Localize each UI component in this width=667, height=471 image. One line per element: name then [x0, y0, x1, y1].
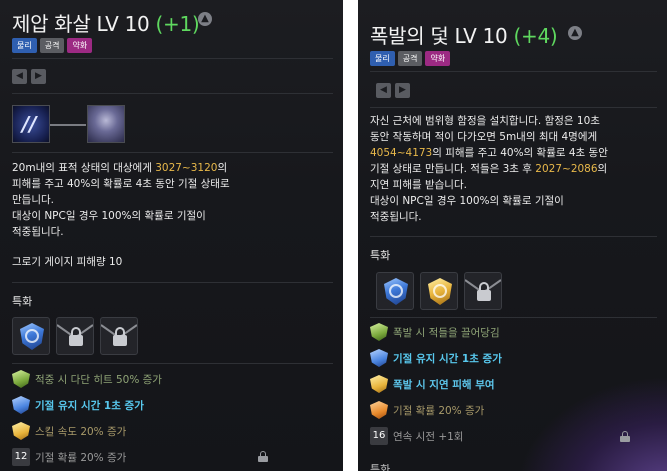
- skill-description: 자신 근처에 범위형 함정을 설치합니다. 함정은 10초 동안 작동하며 적이…: [370, 115, 608, 223]
- divider: [12, 282, 333, 283]
- triangle-right-icon[interactable]: ▶: [395, 83, 410, 98]
- divider: [370, 236, 657, 237]
- trait-row[interactable]: 스킬 속도 20% 증가: [12, 422, 126, 440]
- skill-level: LV 10: [96, 12, 150, 36]
- section-label-specialization: 특화: [12, 295, 33, 308]
- trait-row[interactable]: 16 연속 시전 +1회: [370, 427, 463, 445]
- divider: [12, 363, 333, 364]
- groggy-damage: 그로기 게이지 피해량 10: [12, 256, 123, 268]
- skill-title: 제압 화살 LV 10 (+1): [12, 8, 200, 37]
- divider: [12, 152, 333, 153]
- level-requirement-badge: 12: [12, 448, 30, 466]
- skill-tooltip-left: 제압 화살 LV 10 (+1) ▲ 물리 공격 약화 ◀ ▶ // 20m내의…: [0, 0, 343, 471]
- tripod-slot-1[interactable]: [376, 272, 414, 310]
- tag-weaken: 약화: [425, 51, 451, 66]
- triangle-right-icon[interactable]: ▶: [31, 69, 46, 84]
- rune-icon: [87, 105, 125, 143]
- section-label-partial: 특화: [370, 463, 391, 471]
- tripod-slot-3-locked[interactable]: [464, 272, 502, 310]
- tag-physical: 물리: [370, 51, 395, 66]
- tripod-slot-3-locked[interactable]: [100, 317, 138, 355]
- skill-title: 폭발의 덫 LV 10 (+4): [370, 20, 558, 49]
- up-arrow-circle-icon[interactable]: ▲: [568, 26, 582, 40]
- skill-level: LV 10: [454, 24, 508, 48]
- divider: [370, 71, 657, 72]
- tier3-gem-icon: [370, 375, 388, 393]
- tier2-gem-icon: [370, 349, 388, 367]
- tier2-gem-icon: [12, 396, 30, 414]
- skill-level-bonus: (+4): [513, 24, 558, 48]
- tripod-slot-2-locked[interactable]: [56, 317, 94, 355]
- tier3-gem-icon: [12, 422, 30, 440]
- trait-row[interactable]: 기절 확률 20% 증가: [370, 401, 484, 419]
- skill-name: 제압 화살: [12, 12, 91, 36]
- tag-attack: 공격: [39, 38, 65, 53]
- tripod-nav: ◀ ▶: [12, 69, 46, 84]
- triangle-left-icon[interactable]: ◀: [12, 69, 27, 84]
- lock-icon: [258, 451, 268, 462]
- divider: [370, 107, 657, 108]
- skill-tags: 물리 공격 약화: [370, 51, 451, 66]
- level-requirement-badge: 16: [370, 427, 388, 445]
- divider: [12, 93, 333, 94]
- trait-row[interactable]: 기절 유지 시간 1초 증가: [370, 349, 502, 367]
- tag-physical: 물리: [12, 38, 37, 53]
- section-label-specialization: 특화: [370, 249, 391, 262]
- skill-tooltip-right: 폭발의 덫 LV 10 (+4) ▲ 물리 공격 약화 ◀ ▶ 자신 근처에 범…: [358, 0, 667, 471]
- trait-row[interactable]: 12 기절 확률 20% 증가: [12, 448, 126, 466]
- lock-icon: [620, 431, 630, 442]
- skill-description: 20m내의 표적 상태의 대상에게 3027~3120의 피해를 주고 40%의…: [12, 162, 230, 238]
- skill-name: 폭발의 덫: [370, 24, 449, 48]
- trait-row[interactable]: 폭발 시 적들을 끌어당김: [370, 323, 500, 341]
- up-arrow-circle-icon[interactable]: ▲: [198, 12, 212, 26]
- tier4-gem-icon: [370, 401, 388, 419]
- tier1-gem-icon: [370, 323, 388, 341]
- connector-line: [50, 124, 86, 126]
- skill-icon-suppress: //: [12, 105, 50, 143]
- trait-row[interactable]: 기절 유지 시간 1초 증가: [12, 396, 144, 414]
- tag-attack: 공격: [397, 51, 423, 66]
- tier1-gem-icon: [12, 370, 30, 388]
- divider: [12, 58, 333, 59]
- triangle-left-icon[interactable]: ◀: [376, 83, 391, 98]
- skill-tags: 물리 공격 약화: [12, 38, 93, 53]
- tag-weaken: 약화: [67, 38, 93, 53]
- skill-level-bonus: (+1): [155, 12, 200, 36]
- trait-row[interactable]: 폭발 시 지연 피해 부여: [370, 375, 495, 393]
- tripod-slot-1[interactable]: [12, 317, 50, 355]
- tripod-slot-2[interactable]: [420, 272, 458, 310]
- divider: [370, 317, 657, 318]
- trait-row[interactable]: 적중 시 다단 히트 50% 증가: [12, 370, 162, 388]
- tripod-nav: ◀ ▶: [376, 83, 410, 98]
